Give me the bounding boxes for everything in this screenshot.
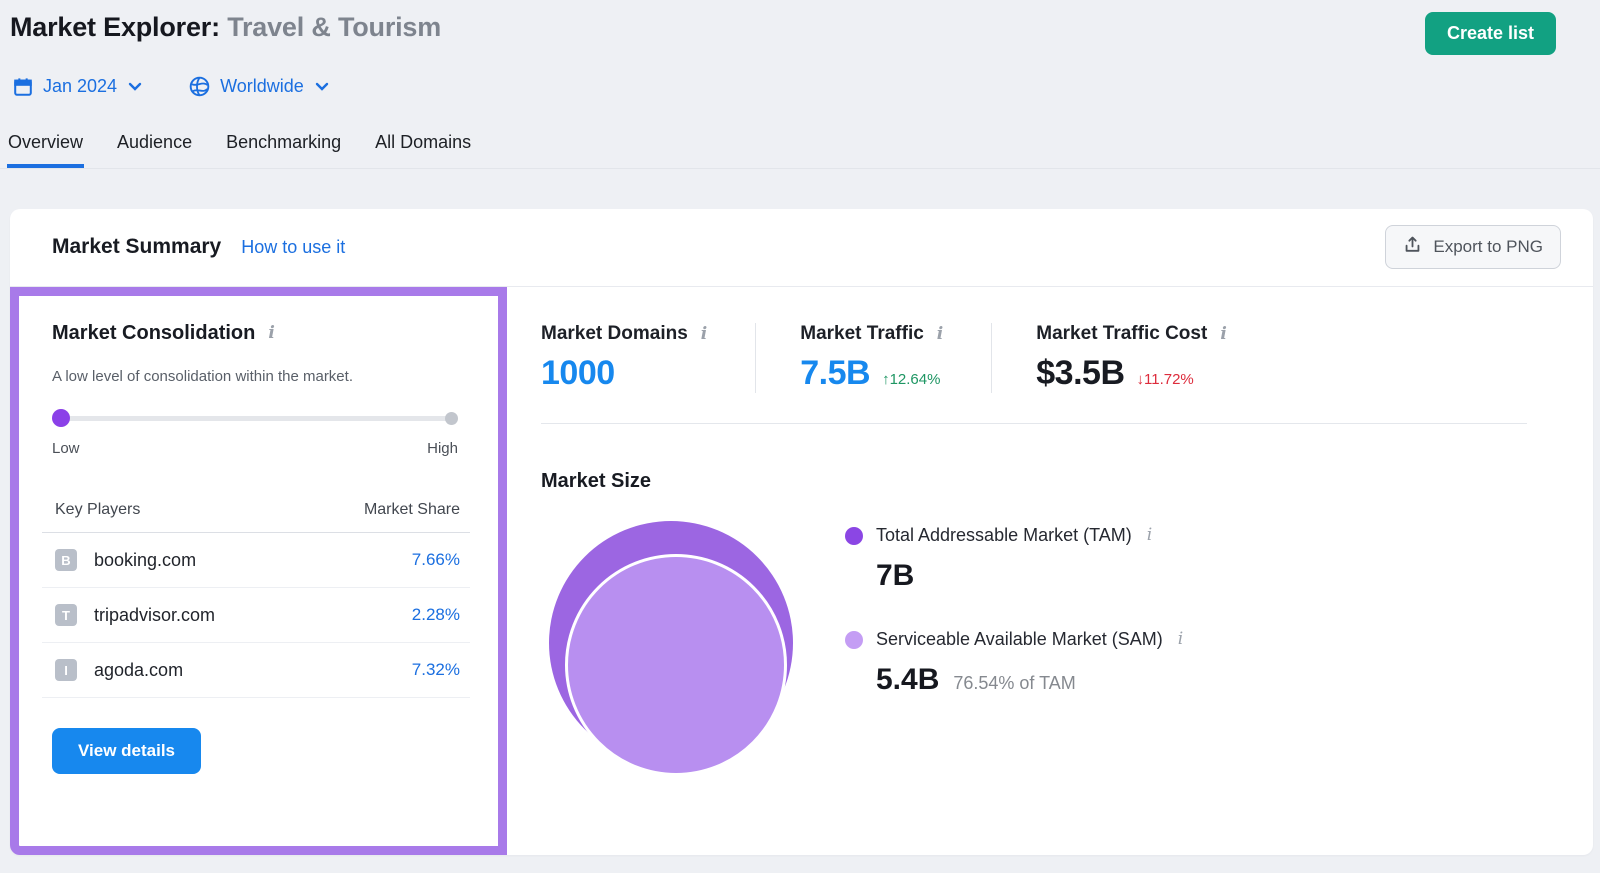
export-button-label: Export to PNG <box>1433 237 1543 257</box>
table-row[interactable]: I agoda.com 7.32% <box>42 643 470 698</box>
upload-icon <box>1403 235 1422 259</box>
calendar-icon <box>12 76 34 98</box>
meter-thumb-high <box>445 412 458 425</box>
region-filter[interactable]: Worldwide <box>188 75 329 98</box>
chevron-down-icon <box>128 81 142 92</box>
stat-label: Market Traffic Cost <box>1036 323 1207 345</box>
divider <box>541 423 1527 424</box>
market-size-title: Market Size <box>541 470 1593 493</box>
market-size-legend: Total Addressable Market (TAM) 7B Servic… <box>845 519 1185 769</box>
meter-high-label: High <box>427 440 458 457</box>
create-list-button[interactable]: Create list <box>1425 12 1556 55</box>
sam-circle <box>565 554 787 776</box>
player-share-link[interactable]: 7.66% <box>412 550 460 570</box>
tam-legend-row: Total Addressable Market (TAM) <box>845 525 1185 546</box>
market-share-column-label: Market Share <box>364 501 460 519</box>
sam-label: Serviceable Available Market (SAM) <box>876 629 1163 650</box>
filters-row: Jan 2024 Worldwide <box>12 75 1600 98</box>
tam-value-row: 7B <box>876 559 1185 593</box>
sam-legend-row: Serviceable Available Market (SAM) <box>845 629 1185 650</box>
page-title-market: Travel & Tourism <box>227 12 441 42</box>
page-header: Market Explorer: Travel & Tourism Create… <box>0 0 1600 55</box>
tab-overview[interactable]: Overview <box>7 126 84 168</box>
view-details-button[interactable]: View details <box>52 728 201 774</box>
chevron-down-icon <box>315 81 329 92</box>
table-row[interactable]: B booking.com 7.66% <box>42 533 470 588</box>
consolidation-title-row: Market Consolidation <box>42 322 470 345</box>
tam-value: 7B <box>876 559 914 593</box>
stats-row: Market Domains 1000 Market Traffic 7.5B … <box>541 323 1593 393</box>
meter-track <box>54 416 456 421</box>
favicon-agoda: I <box>55 659 77 681</box>
meter-scale-labels: Low High <box>52 440 458 457</box>
info-icon[interactable] <box>266 325 276 342</box>
player-domain: booking.com <box>94 550 196 571</box>
market-size-content: Total Addressable Market (TAM) 7B Servic… <box>541 519 1593 769</box>
sam-value-row: 5.4B 76.54% of TAM <box>876 663 1185 697</box>
meter-low-label: Low <box>52 440 80 457</box>
globe-icon <box>188 75 211 98</box>
stat-value: $3.5B <box>1036 354 1124 393</box>
tab-benchmarking[interactable]: Benchmarking <box>225 126 342 168</box>
market-summary-card: Market Summary How to use it Export to P… <box>10 209 1593 855</box>
tab-all-domains[interactable]: All Domains <box>374 126 472 168</box>
table-row[interactable]: T tripadvisor.com 2.28% <box>42 588 470 643</box>
info-icon[interactable] <box>1176 631 1185 648</box>
stat-value: 7.5B <box>800 354 870 393</box>
tam-dot-icon <box>845 527 863 545</box>
consolidation-description: A low level of consolidation within the … <box>52 368 470 385</box>
date-filter-label: Jan 2024 <box>43 76 117 97</box>
summary-main-area: Market Domains 1000 Market Traffic 7.5B … <box>507 287 1593 855</box>
key-players-header: Key Players Market Share <box>42 501 470 533</box>
stat-value: 1000 <box>541 354 615 393</box>
stat-label: Market Domains <box>541 323 688 345</box>
favicon-booking: B <box>55 549 77 571</box>
tab-bar: Overview Audience Benchmarking All Domai… <box>0 126 1600 169</box>
player-share-link[interactable]: 2.28% <box>412 605 460 625</box>
region-filter-label: Worldwide <box>220 76 304 97</box>
page-title-prefix: Market Explorer: <box>10 12 220 42</box>
stat-market-traffic-cost: Market Traffic Cost $3.5B ↓11.72% <box>991 323 1275 393</box>
stat-label: Market Traffic <box>800 323 924 345</box>
player-domain: agoda.com <box>94 660 183 681</box>
tam-label: Total Addressable Market (TAM) <box>876 525 1132 546</box>
market-size-bubble-chart <box>549 519 803 769</box>
card-header: Market Summary How to use it Export to P… <box>10 209 1593 287</box>
stat-change-down: ↓11.72% <box>1137 371 1194 388</box>
favicon-tripadvisor: T <box>55 604 77 626</box>
date-filter[interactable]: Jan 2024 <box>12 76 142 98</box>
consolidation-title: Market Consolidation <box>52 322 255 345</box>
stat-market-domains: Market Domains 1000 <box>541 323 755 393</box>
sam-dot-icon <box>845 631 863 649</box>
meter-thumb-low <box>52 409 70 427</box>
page-title: Market Explorer: Travel & Tourism <box>10 12 441 43</box>
stat-change-up: ↑12.64% <box>882 371 940 388</box>
stat-market-traffic: Market Traffic 7.5B ↑12.64% <box>755 323 991 393</box>
sam-note: 76.54% of TAM <box>953 673 1075 694</box>
info-icon[interactable] <box>1145 527 1154 544</box>
card-title: Market Summary <box>52 235 221 259</box>
tab-audience[interactable]: Audience <box>116 126 193 168</box>
sam-value: 5.4B <box>876 663 939 697</box>
how-to-use-link[interactable]: How to use it <box>241 237 345 258</box>
info-icon[interactable] <box>935 326 945 343</box>
consolidation-meter <box>52 409 458 427</box>
player-share-link[interactable]: 7.32% <box>412 660 460 680</box>
info-icon[interactable] <box>1218 326 1228 343</box>
key-players-column-label: Key Players <box>55 501 140 519</box>
player-domain: tripadvisor.com <box>94 605 215 626</box>
info-icon[interactable] <box>699 326 709 343</box>
market-consolidation-panel: Market Consolidation A low level of cons… <box>10 287 507 855</box>
export-to-png-button[interactable]: Export to PNG <box>1385 225 1561 269</box>
